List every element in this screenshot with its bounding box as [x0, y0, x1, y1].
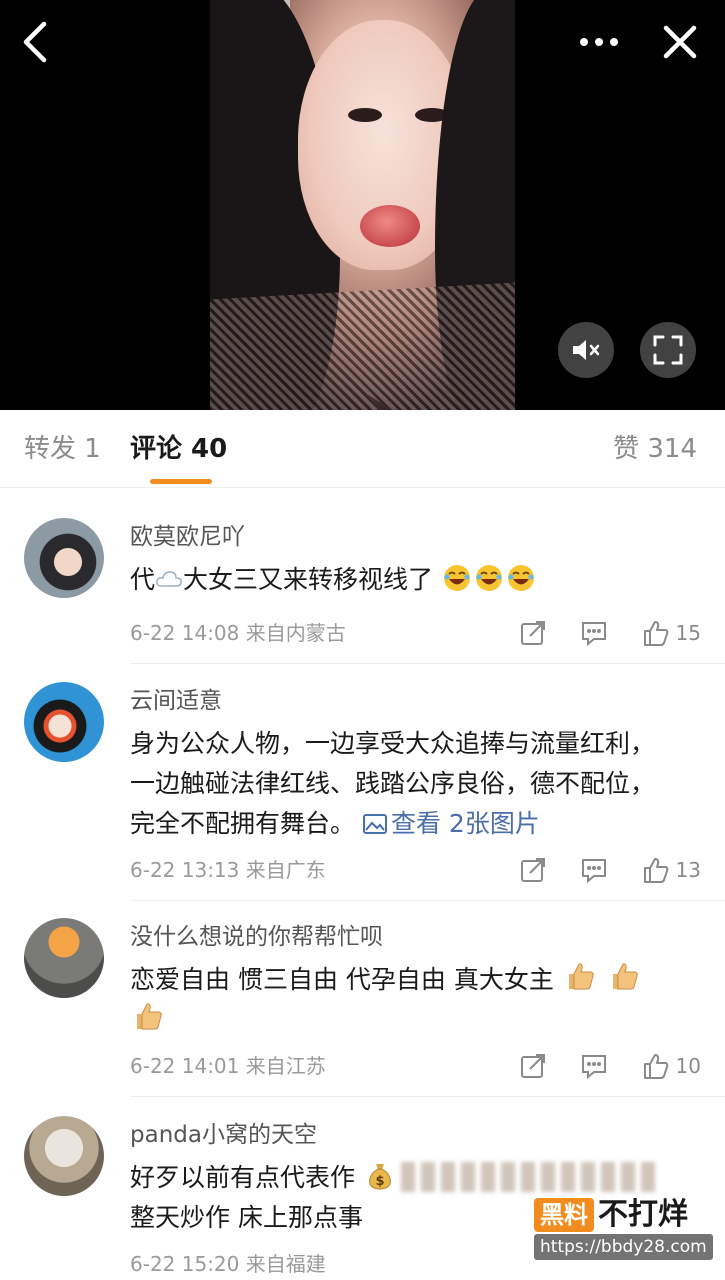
money-bag-emoji-icon: $ [369, 1164, 391, 1190]
username[interactable]: 欧莫欧尼吖 [130, 522, 245, 552]
reply-button[interactable] [580, 857, 608, 883]
like-count: 10 [675, 1054, 701, 1078]
tab-active-indicator [150, 479, 212, 484]
thumbs-up-icon [643, 858, 668, 883]
fullscreen-button[interactable] [640, 322, 696, 378]
video-eye-left [348, 108, 382, 122]
share-icon [520, 1054, 545, 1078]
comment-icon [581, 622, 606, 646]
thumbs-up-emoji-icon [568, 963, 594, 990]
comment-text-part: 代 [130, 565, 156, 594]
like-count: 13 [675, 858, 701, 882]
share-button[interactable] [520, 620, 546, 646]
view-images-text: 查看 2张图片 [390, 809, 540, 838]
tab-likes[interactable]: 赞 314 [613, 432, 697, 466]
username[interactable]: 没什么想说的你帮帮忙呗 [130, 922, 383, 952]
thumbs-up-icon [643, 621, 668, 646]
like-count: 15 [675, 621, 701, 645]
tab-repost[interactable]: 转发 1 [24, 432, 101, 466]
thumbs-up-emoji-icon [612, 963, 638, 990]
reply-button[interactable] [580, 620, 608, 646]
back-icon[interactable] [14, 18, 54, 66]
comment-actions: 13 [486, 855, 701, 885]
share-icon [520, 621, 545, 645]
video-frame [210, 0, 515, 410]
comment-text: 恋爱自由 惯三自由 代孕自由 真大女主 [130, 960, 675, 1040]
comment-text: 代大女三又来转移视线了 [130, 560, 690, 600]
share-icon [520, 858, 545, 882]
divider [130, 663, 725, 664]
avatar[interactable] [24, 918, 104, 998]
like-button[interactable]: 15 [642, 619, 701, 647]
avatar[interactable] [24, 682, 104, 762]
site-watermark: 黑料 不打烊 https://bbdy28.com [534, 1198, 714, 1260]
divider [130, 900, 725, 901]
comment-text-part: 好歹以前有点代表作 [130, 1163, 356, 1192]
mute-button[interactable] [558, 322, 614, 378]
laughing-emoji-icon [475, 565, 502, 591]
reply-button[interactable] [580, 1053, 608, 1079]
share-button[interactable] [520, 1053, 546, 1079]
watermark-logo: 黑料 不打烊 [534, 1198, 714, 1232]
tab-bar: 转发 1 评论 40 赞 314 [0, 410, 725, 488]
watermark-badge: 黑料 [534, 1198, 594, 1232]
comment-meta: 6-22 15:20 来自福建 [130, 1252, 326, 1276]
tab-comments[interactable]: 评论 40 [130, 432, 227, 466]
speaker-muted-icon [573, 340, 600, 360]
comment-text-part: 恋爱自由 惯三自由 代孕自由 真大女主 [130, 965, 554, 994]
comment-text: 身为公众人物，一边享受大众追捧与流量红利，一边触碰法律红线、践踏公序良俗，德不配… [130, 724, 670, 844]
video-lips [360, 205, 420, 247]
blurred-emoji-row [400, 1162, 661, 1192]
thumbs-up-icon [643, 1054, 668, 1079]
svg-text:$: $ [375, 1174, 384, 1189]
watermark-text: 不打烊 [598, 1197, 688, 1232]
username[interactable]: 云间适意 [130, 686, 222, 716]
avatar[interactable] [24, 518, 104, 598]
laughing-emoji-icon [443, 565, 470, 591]
video-player[interactable] [0, 0, 725, 410]
watermark-url: https://bbdy28.com [534, 1234, 713, 1260]
view-images-link[interactable]: 查看 2张图片 [362, 809, 540, 838]
laughing-emoji-icon [507, 565, 534, 591]
thumbs-up-emoji-icon [137, 1003, 162, 1030]
comment-icon [581, 859, 606, 883]
comment-meta: 6-22 14:08 来自内蒙古 [130, 621, 346, 645]
more-icon[interactable] [576, 22, 622, 62]
close-icon[interactable] [660, 22, 700, 62]
comment-actions: 10 [486, 1051, 701, 1081]
comment-text-part: 整天炒作 床上那点事 [130, 1203, 363, 1232]
share-button[interactable] [520, 857, 546, 883]
cloud-emoji-icon [156, 571, 182, 587]
comment-icon [581, 1055, 606, 1079]
comment-actions: 15 [486, 618, 701, 648]
fullscreen-icon [653, 335, 683, 365]
username[interactable]: panda小窝的天空 [130, 1120, 317, 1150]
avatar[interactable] [24, 1116, 104, 1196]
comment-meta: 6-22 13:13 来自广东 [130, 858, 326, 882]
comment-text-part: 大女三又来转移视线了 [183, 565, 434, 594]
image-icon [362, 814, 387, 834]
comment-meta: 6-22 14:01 来自江苏 [130, 1054, 326, 1078]
like-button[interactable]: 10 [642, 1052, 701, 1080]
like-button[interactable]: 13 [642, 856, 701, 884]
divider [130, 1096, 725, 1097]
